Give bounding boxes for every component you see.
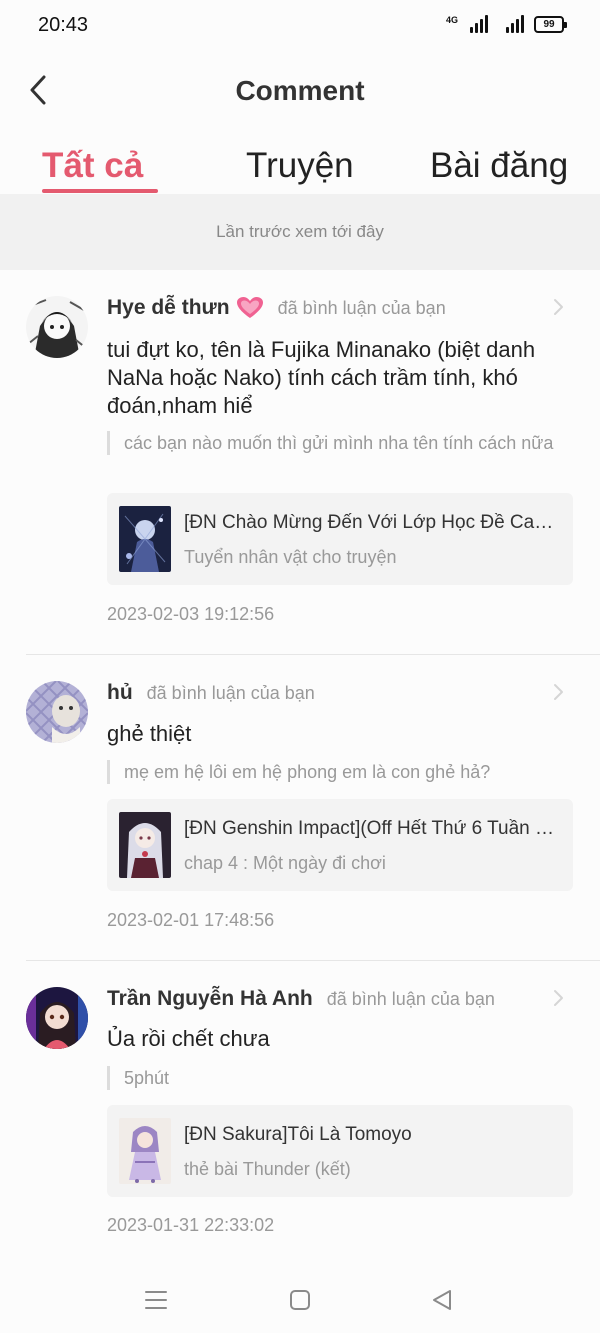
back-triangle-icon xyxy=(433,1290,451,1310)
tab-bar: Tất cả Truyện Bài đăng xyxy=(0,140,600,194)
timestamp: 2023-02-01 17:48:56 xyxy=(107,910,275,930)
story-card[interactable]: [ĐN Sakura]Tôi Là Tomoyo thẻ bài Thunder… xyxy=(107,1105,573,1197)
story-cover xyxy=(119,506,171,572)
action-text: đã bình luận của bạn xyxy=(146,682,315,703)
last-seen-notice: Lần trước xem tới đây xyxy=(0,194,600,270)
status-time: 20:43 xyxy=(38,14,89,36)
chevron-right-icon[interactable] xyxy=(548,297,568,317)
comment-text: ghẻ thiệt xyxy=(107,721,192,746)
story-card[interactable]: [ĐN Genshin Impact](Off Hết Thứ 6 Tuần N… xyxy=(107,799,573,891)
system-back-button[interactable] xyxy=(424,1282,460,1318)
timestamp: 2023-01-31 22:33:02 xyxy=(107,1215,275,1235)
chevron-right-icon[interactable] xyxy=(548,682,568,702)
avatar[interactable] xyxy=(26,987,88,1049)
header: Comment xyxy=(0,60,600,122)
active-tab-indicator xyxy=(42,189,158,193)
story-chapter: Tuyển nhân vật cho truyện xyxy=(184,547,397,567)
comment-text: Ủa rồi chết chưa xyxy=(107,1026,270,1051)
story-card[interactable]: [ĐN Chào Mừng Đến Với Lớp Học Đề Cao Thự… xyxy=(107,493,573,585)
comment-item[interactable]: Hye dễ thưn đã bình luận của bạn tui đựt… xyxy=(0,270,600,655)
home-square-icon xyxy=(290,1290,310,1310)
system-nav-bar xyxy=(0,1268,600,1333)
home-button[interactable] xyxy=(282,1282,318,1318)
chevron-right-icon[interactable] xyxy=(548,988,568,1008)
comment-text: tui đựt ko, tên là Fujika Minanako (biệt… xyxy=(107,337,536,418)
action-text: đã bình luận của bạn xyxy=(326,988,495,1009)
story-cover xyxy=(119,812,171,878)
avatar[interactable] xyxy=(26,681,88,743)
avatar[interactable] xyxy=(26,296,88,358)
username[interactable]: hủ xyxy=(107,681,133,705)
tab-all[interactable]: Tất cả xyxy=(42,146,143,186)
username[interactable]: Hye dễ thưn xyxy=(107,296,230,320)
comment-header: Trần Nguyễn Hà Anh đã bình luận của bạn xyxy=(107,987,495,1011)
story-title: [ĐN Chào Mừng Đến Với Lớp Học Đề Cao Thự… xyxy=(184,512,556,533)
tab-stories[interactable]: Truyện xyxy=(246,146,354,186)
comment-item[interactable]: Trần Nguyễn Hà Anh đã bình luận của bạn … xyxy=(0,961,600,1261)
story-title: [ĐN Genshin Impact](Off Hết Thứ 6 Tuần N… xyxy=(184,818,556,839)
page-title: Comment xyxy=(235,75,365,106)
status-icons: 4G 99 xyxy=(445,15,567,33)
battery-icon: 99 xyxy=(534,15,567,33)
heart-icon xyxy=(236,296,264,320)
quoted-text: 5phút xyxy=(107,1066,567,1090)
story-chapter: thẻ bài Thunder (kết) xyxy=(184,1159,351,1179)
tab-posts[interactable]: Bài đăng xyxy=(430,146,568,186)
menu-button[interactable] xyxy=(138,1282,174,1318)
timestamp: 2023-02-03 19:12:56 xyxy=(107,604,275,624)
status-bar: 20:43 4G 99 xyxy=(0,0,600,52)
username[interactable]: Trần Nguyễn Hà Anh xyxy=(107,987,313,1011)
story-cover xyxy=(119,1118,171,1184)
quoted-text: các bạn nào muốn thì gửi mình nha tên tí… xyxy=(107,431,567,455)
quoted-text: mẹ em hệ lôi em hệ phong em là con ghẻ h… xyxy=(107,760,567,784)
menu-icon xyxy=(145,1291,167,1309)
action-text: đã bình luận của bạn xyxy=(277,297,446,318)
comment-header: hủ đã bình luận của bạn xyxy=(107,681,315,705)
network-label: 4G xyxy=(445,15,458,25)
comment-header: Hye dễ thưn đã bình luận của bạn xyxy=(107,296,446,320)
comment-item[interactable]: hủ đã bình luận của bạn ghẻ thiệt mẹ em … xyxy=(0,655,600,961)
signal-2-icon xyxy=(506,15,524,33)
signal-icon xyxy=(470,15,488,33)
story-chapter: chap 4 : Một ngày đi chơi xyxy=(184,853,386,873)
story-title: [ĐN Sakura]Tôi Là Tomoyo xyxy=(184,1124,412,1145)
